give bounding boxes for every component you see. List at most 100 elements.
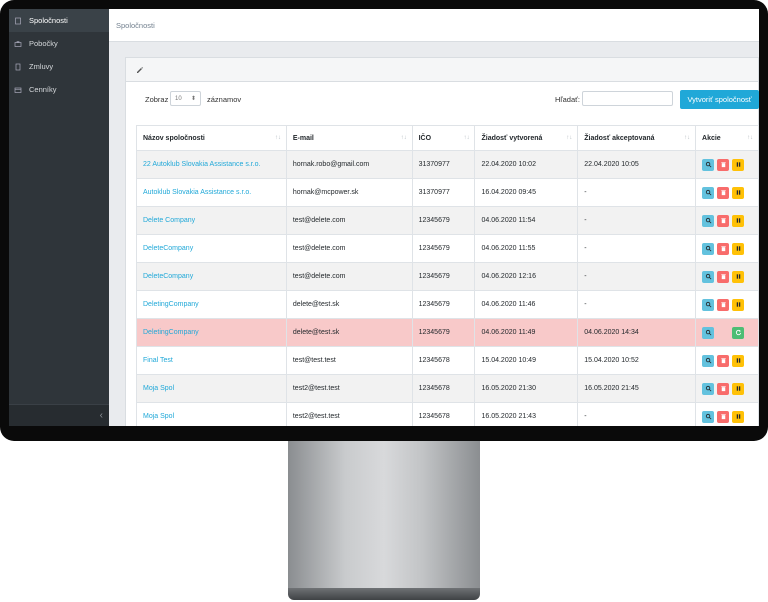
suspend-button[interactable] — [732, 298, 745, 311]
table-row: DeleteCompany test@delete.com 12345679 04.0… — [136, 234, 759, 263]
column-header-created[interactable]: Žiadosť vytvorená ↑↓ — [474, 125, 579, 151]
company-name-link[interactable]: Moja Spol — [143, 413, 174, 420]
email-cell: test@delete.com — [285, 206, 413, 235]
delete-button[interactable] — [717, 410, 730, 423]
column-header-accepted[interactable]: Žiadosť akceptovaná ↑↓ — [577, 125, 697, 151]
email-cell: hornak@mcpower.sk — [285, 178, 413, 207]
ico-cell: 12345679 — [411, 262, 476, 291]
company-name-link[interactable]: DeletingCompany — [143, 301, 199, 308]
accepted-cell: - — [577, 234, 697, 263]
view-button[interactable] — [702, 410, 715, 423]
sidebar-item-1[interactable]: Spoločnosti — [9, 9, 109, 32]
search-label: Hľadať: — [555, 95, 581, 104]
delete-button[interactable] — [717, 186, 730, 199]
sidebar-item-label: Pobočky — [29, 39, 58, 48]
suspend-icon — [735, 273, 742, 280]
view-icon — [705, 245, 712, 252]
view-button[interactable] — [702, 354, 715, 367]
view-button[interactable] — [702, 298, 715, 311]
briefcase-icon — [13, 39, 23, 49]
column-header-ico[interactable]: IČO ↑↓ — [411, 125, 476, 151]
created-cell: 04.06.2020 11:54 — [474, 206, 579, 235]
company-name-link[interactable]: Final Test — [143, 357, 173, 364]
email-cell: hornak.robo@gmail.com — [285, 150, 413, 179]
restore-button[interactable] — [732, 326, 745, 339]
company-name-link[interactable]: 22 Autoklub Slovakia Assistance s.r.o. — [143, 161, 261, 168]
delete-button[interactable] — [717, 354, 730, 367]
email-cell: test2@test.test — [285, 402, 413, 426]
table-row: Delete Company test@delete.com 12345679 04.… — [136, 206, 759, 235]
company-name-link[interactable]: Autoklub Slovakia Assistance s.r.o. — [143, 189, 251, 196]
suspend-button[interactable] — [732, 410, 745, 423]
building-icon — [13, 16, 23, 26]
show-entries-suffix: záznamov — [207, 95, 242, 104]
suspend-button[interactable] — [732, 242, 745, 255]
created-cell: 22.04.2020 10:02 — [474, 150, 579, 179]
create-company-button[interactable]: Vytvoriť spoločnosť — [680, 90, 759, 109]
company-name-link[interactable]: DeleteCompany — [143, 273, 193, 280]
actions-cell — [695, 234, 759, 263]
delete-button[interactable] — [717, 158, 730, 171]
suspend-icon — [735, 217, 742, 224]
suspend-button[interactable] — [732, 270, 745, 283]
column-header-actions[interactable]: Akcie ↑↓ — [695, 125, 759, 151]
monitor-frame: Spoločnosti Pobočky Zmluvy Cenníky ‹ Spoloč… — [0, 0, 768, 441]
suspend-button[interactable] — [732, 186, 745, 199]
ico-cell: 12345678 — [411, 346, 476, 375]
delete-button[interactable] — [717, 298, 730, 311]
accepted-cell: - — [577, 402, 697, 426]
company-name-link[interactable]: DeletingCompany — [143, 329, 199, 336]
view-button[interactable] — [702, 270, 715, 283]
email-cell: delete@test.sk — [285, 318, 413, 347]
company-name-link[interactable]: DeleteCompany — [143, 245, 193, 252]
company-name-cell: Autoklub Slovakia Assistance s.r.o. — [136, 178, 287, 207]
accepted-cell: - — [577, 290, 697, 319]
restore-icon — [735, 329, 742, 336]
created-cell: 04.06.2020 11:46 — [474, 290, 579, 319]
sidebar-item-2[interactable]: Pobočky — [9, 32, 109, 55]
view-button[interactable] — [702, 186, 715, 199]
ico-cell: 12345678 — [411, 402, 476, 426]
delete-button[interactable] — [717, 214, 730, 227]
suspend-button[interactable] — [732, 354, 745, 367]
email-cell: test@delete.com — [285, 262, 413, 291]
actions-cell — [695, 346, 759, 375]
view-button[interactable] — [702, 326, 715, 339]
suspend-icon — [735, 357, 742, 364]
company-name-cell: DeletingCompany — [136, 318, 287, 347]
delete-icon — [720, 301, 727, 308]
view-button[interactable] — [702, 382, 715, 395]
company-name-link[interactable]: Delete Company — [143, 217, 195, 224]
sidebar-item-label: Spoločnosti — [29, 16, 68, 25]
company-name-link[interactable]: Moja Spol — [143, 385, 174, 392]
view-icon — [705, 329, 712, 336]
created-cell: 16.04.2020 09:45 — [474, 178, 579, 207]
sidebar-item-3[interactable]: Zmluvy — [9, 55, 109, 78]
suspend-button[interactable] — [732, 214, 745, 227]
sidebar-item-4[interactable]: Cenníky — [9, 78, 109, 101]
view-button[interactable] — [702, 242, 715, 255]
card-header — [126, 58, 758, 82]
delete-icon — [720, 245, 727, 252]
search-input[interactable] — [582, 91, 673, 106]
table-row: Autoklub Slovakia Assistance s.r.o. horna… — [136, 178, 759, 207]
view-button[interactable] — [702, 158, 715, 171]
column-header-email[interactable]: E-mail ↑↓ — [285, 125, 413, 151]
ico-cell: 12345679 — [411, 234, 476, 263]
suspend-button[interactable] — [732, 158, 745, 171]
sidebar-collapse-button[interactable]: ‹ — [9, 404, 109, 426]
sidebar-item-label: Cenníky — [29, 85, 57, 94]
column-header-name[interactable]: Názov spoločnosti ↑↓ — [136, 125, 287, 151]
accepted-cell: 04.06.2020 14:34 — [577, 318, 697, 347]
view-button[interactable] — [702, 214, 715, 227]
delete-button[interactable] — [717, 270, 730, 283]
table-row: Moja Spol test2@test.test 12345678 16.05.20… — [136, 374, 759, 403]
suspend-button[interactable] — [732, 382, 745, 395]
company-name-cell: DeleteCompany — [136, 262, 287, 291]
email-cell: test@delete.com — [285, 234, 413, 263]
delete-button[interactable] — [717, 382, 730, 395]
accepted-cell: 15.04.2020 10:52 — [577, 346, 697, 375]
delete-button[interactable] — [717, 242, 730, 255]
entries-per-page-select[interactable]: 10 ⬍ — [170, 91, 201, 106]
table-row: DeletingCompany delete@test.sk 12345679 04.… — [136, 318, 759, 347]
